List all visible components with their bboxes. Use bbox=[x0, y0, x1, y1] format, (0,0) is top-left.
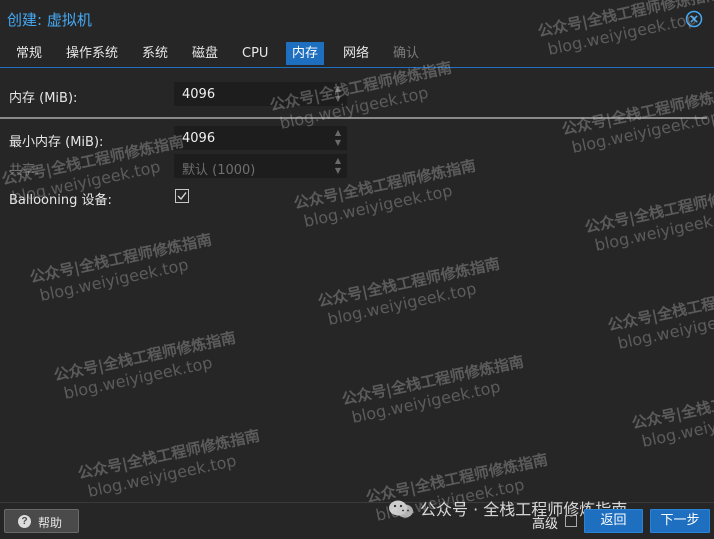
tab-general[interactable]: 常规 bbox=[10, 42, 48, 65]
shares-value: 默认 (1000) bbox=[182, 163, 256, 178]
shares-input: 默认 (1000) ▲ ▼ bbox=[174, 154, 347, 178]
spin-up-icon: ▲ bbox=[334, 156, 342, 165]
dialog-title: 创建: 虚拟机 bbox=[7, 11, 92, 29]
shares-label: 共享: bbox=[9, 163, 40, 178]
advanced-checkbox[interactable] bbox=[565, 515, 577, 527]
spin-down-icon[interactable]: ▼ bbox=[333, 94, 343, 104]
min-memory-value: 4096 bbox=[182, 131, 216, 146]
memory-label: 内存 (MiB): bbox=[9, 91, 78, 106]
min-memory-label: 最小内存 (MiB): bbox=[9, 135, 104, 150]
ballooning-checkbox[interactable] bbox=[175, 189, 189, 203]
shares-spinner: ▲ ▼ bbox=[333, 156, 343, 176]
wizard-tabs: 常规 操作系统 系统 磁盘 CPU 内存 网络 确认 bbox=[0, 42, 714, 68]
ballooning-label: Ballooning 设备: bbox=[9, 193, 112, 208]
tab-cpu[interactable]: CPU bbox=[236, 42, 274, 65]
tab-network[interactable]: 网络 bbox=[337, 42, 375, 65]
back-button[interactable]: 返回 bbox=[584, 509, 643, 533]
wechat-icon bbox=[389, 500, 413, 518]
memory-spinner[interactable]: ▲ ▼ bbox=[333, 84, 343, 104]
min-memory-spinner[interactable]: ▲ ▼ bbox=[333, 128, 343, 148]
help-icon: ? bbox=[18, 515, 31, 528]
spin-up-icon[interactable]: ▲ bbox=[333, 84, 343, 94]
min-memory-input[interactable]: 4096 ▲ ▼ bbox=[174, 126, 347, 150]
section-divider bbox=[0, 117, 707, 119]
tab-disks[interactable]: 磁盘 bbox=[186, 42, 224, 65]
tab-memory[interactable]: 内存 bbox=[286, 42, 325, 65]
next-button[interactable]: 下一步 bbox=[650, 509, 710, 533]
spin-down-icon: ▼ bbox=[334, 166, 342, 175]
checkmark-icon bbox=[177, 192, 187, 201]
spin-up-icon[interactable]: ▲ bbox=[333, 128, 343, 138]
memory-form: 内存 (MiB): 4096 ▲ ▼ 最小内存 (MiB): 4096 ▲ ▼ … bbox=[0, 68, 714, 502]
dialog-titlebar: 创建: 虚拟机 bbox=[0, 0, 714, 36]
memory-value: 4096 bbox=[182, 87, 216, 102]
help-button[interactable]: ? 帮助 bbox=[4, 509, 79, 533]
help-label: 帮助 bbox=[38, 516, 63, 530]
tab-os[interactable]: 操作系统 bbox=[60, 42, 124, 65]
memory-input[interactable]: 4096 ▲ ▼ bbox=[174, 82, 347, 106]
close-icon[interactable] bbox=[685, 10, 703, 28]
create-vm-dialog: 创建: 虚拟机 常规 操作系统 系统 磁盘 CPU 内存 网络 确认 内存 (M… bbox=[0, 0, 714, 539]
spin-down-icon[interactable]: ▼ bbox=[333, 138, 343, 148]
tab-confirm: 确认 bbox=[393, 46, 420, 61]
advanced-label: 高级 bbox=[532, 517, 559, 532]
tab-system[interactable]: 系统 bbox=[136, 42, 174, 65]
